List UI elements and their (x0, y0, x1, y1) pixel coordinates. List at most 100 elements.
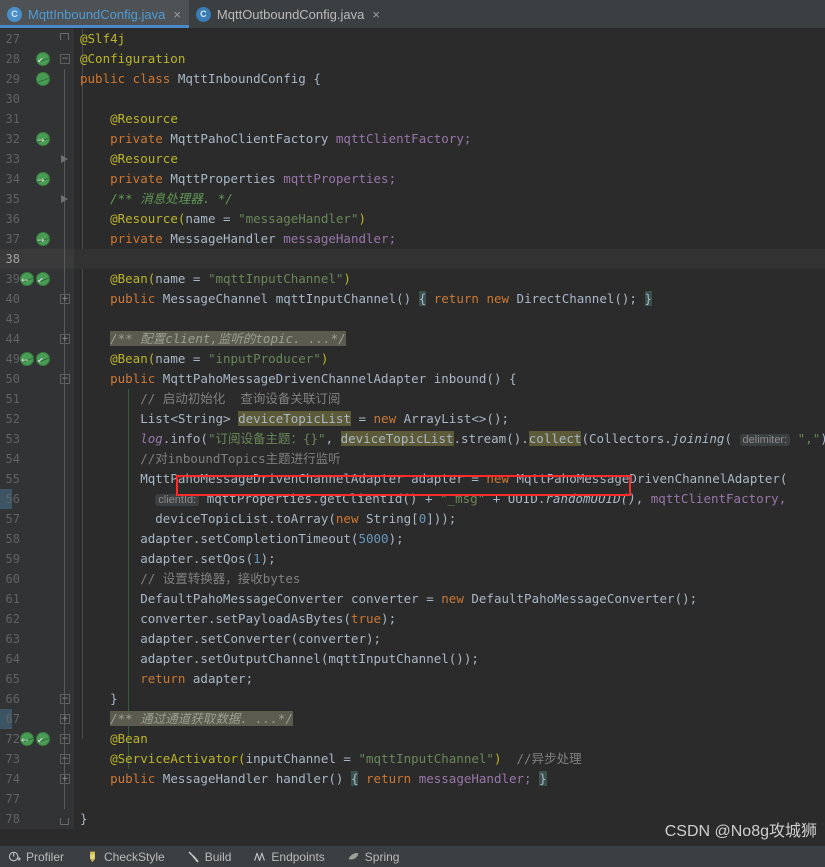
line-gutter[interactable]: 78 (0, 809, 56, 829)
line-gutter[interactable]: 52 (0, 409, 56, 429)
spring-bean-gutter-icon[interactable] (20, 732, 34, 746)
line-gutter[interactable]: 54 (0, 449, 56, 469)
code-line[interactable]: 30 (0, 89, 825, 109)
line-gutter[interactable]: 28 (0, 49, 56, 69)
folded-comment-token[interactable]: /** 配置client,监听的topic. ...*/ (110, 331, 346, 346)
fold-column[interactable] (56, 309, 74, 329)
fold-expand-icon[interactable] (60, 334, 70, 344)
code-line[interactable]: 72 @Bean (0, 729, 825, 749)
statusbar-endpoints[interactable]: Endpoints (253, 850, 325, 864)
code-line[interactable]: 67 /** 通过通道获取数据. ...*/ (0, 709, 825, 729)
fold-column[interactable] (56, 189, 74, 209)
fold-column[interactable] (56, 809, 74, 829)
fold-bracket-icon[interactable] (60, 818, 69, 825)
statusbar-profiler[interactable]: Profiler (8, 850, 64, 864)
fold-column[interactable] (56, 729, 74, 749)
code-line[interactable]: 34 private MqttProperties mqttProperties… (0, 169, 825, 189)
code-line[interactable]: 66 } (0, 689, 825, 709)
run-gutter-arrow-icon[interactable] (61, 155, 68, 163)
line-gutter[interactable]: 64 (0, 649, 56, 669)
line-gutter[interactable]: 32 (0, 129, 56, 149)
fold-column[interactable] (56, 629, 74, 649)
code-line[interactable]: 63 adapter.setConverter(converter); (0, 629, 825, 649)
fold-column[interactable] (56, 649, 74, 669)
fold-column[interactable] (56, 269, 74, 289)
code-line[interactable]: 50 public MqttPahoMessageDrivenChannelAd… (0, 369, 825, 389)
fold-collapse-icon[interactable] (60, 734, 70, 744)
fold-collapse-icon[interactable] (60, 374, 70, 384)
line-gutter[interactable]: 58 (0, 529, 56, 549)
code-line[interactable]: 56 clientId: mqttProperties.getClientId(… (0, 489, 825, 509)
code-line[interactable]: 59 adapter.setQos(1); (0, 549, 825, 569)
code-line[interactable]: 32 private MqttPahoClientFactory mqttCli… (0, 129, 825, 149)
code-line[interactable]: 54 //对inboundTopics主题进行监听 (0, 449, 825, 469)
code-line[interactable]: 64 adapter.setOutputChannel(mqttInputCha… (0, 649, 825, 669)
line-gutter[interactable]: 31 (0, 109, 56, 129)
code-line[interactable]: 37 private MessageHandler messageHandler… (0, 229, 825, 249)
fold-column[interactable] (56, 169, 74, 189)
code-line[interactable]: 35 /** 消息处理器. */ (0, 189, 825, 209)
code-line[interactable]: 62 converter.setPayloadAsBytes(true); (0, 609, 825, 629)
fold-column[interactable] (56, 89, 74, 109)
line-gutter[interactable]: 57 (0, 509, 56, 529)
line-gutter[interactable]: 51 (0, 389, 56, 409)
line-gutter[interactable]: 27 (0, 29, 56, 49)
fold-expand-icon[interactable] (60, 774, 70, 784)
code-line-current[interactable]: 38 (0, 249, 825, 269)
code-line[interactable]: 60 // 设置转换器，接收bytes (0, 569, 825, 589)
code-editor[interactable]: 27 @Slf4j 28 @Configuration 29 (0, 29, 825, 845)
line-gutter[interactable]: 43 (0, 309, 56, 329)
code-line[interactable]: 74 public MessageHandler handler() { ret… (0, 769, 825, 789)
code-line[interactable]: 43 (0, 309, 825, 329)
spring-autowired-gutter-icon[interactable] (36, 132, 50, 146)
statusbar-build[interactable]: Build (187, 850, 231, 864)
fold-collapse-icon[interactable] (60, 754, 70, 764)
spring-bean-check-gutter-icon[interactable] (36, 732, 50, 746)
line-gutter[interactable]: 35 (0, 189, 56, 209)
fold-column[interactable] (56, 509, 74, 529)
fold-column[interactable] (56, 349, 74, 369)
fold-column[interactable] (56, 769, 74, 789)
code-line[interactable]: 28 @Configuration (0, 49, 825, 69)
fold-column[interactable] (56, 69, 74, 89)
run-gutter-arrow-icon[interactable] (61, 195, 68, 203)
code-line[interactable]: 31 @Resource (0, 109, 825, 129)
spring-bean-gutter-icon[interactable] (20, 272, 34, 286)
fold-column[interactable] (56, 449, 74, 469)
fold-column[interactable] (56, 369, 74, 389)
fold-column[interactable] (56, 469, 74, 489)
line-gutter[interactable]: 72 (0, 729, 56, 749)
fold-bracket-icon[interactable] (60, 33, 69, 40)
spring-autowired-gutter-icon[interactable] (36, 172, 50, 186)
line-gutter[interactable]: 61 (0, 589, 56, 609)
line-gutter[interactable]: 38 (0, 249, 56, 269)
code-line[interactable]: 39 @Bean(name = "mqttInputChannel") (0, 269, 825, 289)
line-gutter[interactable]: 60 (0, 569, 56, 589)
spring-autowired-gutter-icon[interactable] (36, 232, 50, 246)
line-gutter[interactable]: 29 (0, 69, 56, 89)
code-line[interactable]: 27 @Slf4j (0, 29, 825, 49)
spring-bean-check-gutter-icon[interactable] (36, 272, 50, 286)
line-gutter[interactable]: 65 (0, 669, 56, 689)
fold-column[interactable] (56, 129, 74, 149)
fold-column[interactable] (56, 49, 74, 69)
line-gutter[interactable]: 40 (0, 289, 56, 309)
spring-config-gutter-icon[interactable] (36, 72, 50, 86)
fold-column[interactable] (56, 289, 74, 309)
line-gutter[interactable]: 44 (0, 329, 56, 349)
line-gutter[interactable]: 62 (0, 609, 56, 629)
code-line[interactable]: 57 deviceTopicList.toArray(new String[0]… (0, 509, 825, 529)
code-line[interactable]: 36 @Resource(name = "messageHandler") (0, 209, 825, 229)
spring-bean-check-gutter-icon[interactable] (36, 352, 50, 366)
line-gutter[interactable]: 56 (0, 489, 56, 509)
code-line[interactable]: 49 @Bean(name = "inputProducer") (0, 349, 825, 369)
fold-column[interactable] (56, 709, 74, 729)
code-line[interactable]: 65 return adapter; (0, 669, 825, 689)
code-line[interactable]: 77 (0, 789, 825, 809)
line-gutter[interactable]: 66 (0, 689, 56, 709)
code-line[interactable]: 53 log.info("订阅设备主题：{}", deviceTopicList… (0, 429, 825, 449)
line-gutter[interactable]: 36 (0, 209, 56, 229)
folded-comment-token[interactable]: /** 通过通道获取数据. ...*/ (110, 711, 293, 726)
line-gutter[interactable]: 55 (0, 469, 56, 489)
fold-column[interactable] (56, 209, 74, 229)
